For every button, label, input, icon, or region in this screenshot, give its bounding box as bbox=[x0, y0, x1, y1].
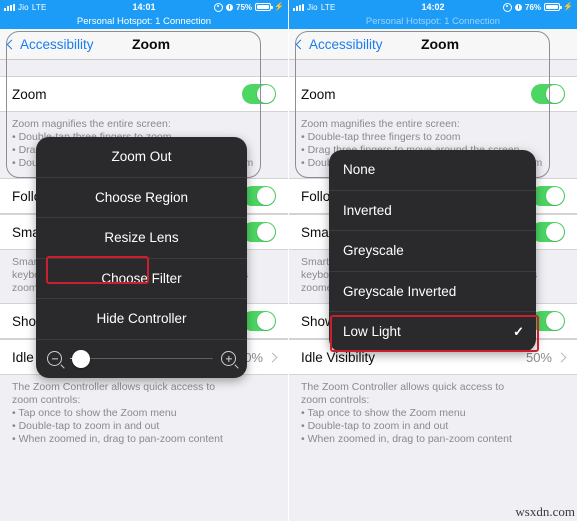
left-phone-panel: Jio LTE 14:01 75% ⚡ Personal Hotspot: 1 … bbox=[0, 0, 288, 521]
zoom-out-icon[interactable] bbox=[47, 351, 62, 366]
row-zoom-label: Zoom bbox=[12, 86, 47, 102]
clock-time: 14:02 bbox=[421, 2, 445, 12]
menu-item-choose-filter[interactable]: Choose Filter bbox=[36, 259, 247, 299]
battery-icon bbox=[544, 3, 562, 11]
page-title: Zoom bbox=[420, 36, 460, 52]
row-zoom-label: Zoom bbox=[301, 86, 336, 102]
controller-note: The Zoom Controller allows quick access … bbox=[0, 375, 288, 454]
row-zoom-right bbox=[242, 84, 276, 104]
zoom-in-icon[interactable] bbox=[221, 351, 236, 366]
personal-hotspot-banner[interactable]: Personal Hotspot: 1 Connection bbox=[0, 14, 288, 29]
screenshot-stage: Jio LTE 14:01 75% ⚡ Personal Hotspot: 1 … bbox=[0, 0, 577, 521]
filter-option-none[interactable]: None bbox=[329, 150, 536, 191]
personal-hotspot-banner[interactable]: Personal Hotspot: 1 Connection bbox=[289, 14, 577, 29]
nav-bar-left: Accessibility Zoom bbox=[0, 29, 288, 60]
filter-option-greyscale-inverted[interactable]: Greyscale Inverted bbox=[329, 272, 536, 312]
note-line: • When zoomed in, drag to pan-zoom conte… bbox=[12, 433, 223, 445]
row-zoom[interactable]: Zoom bbox=[289, 76, 577, 112]
follow-focus-toggle[interactable] bbox=[242, 186, 276, 206]
note-line: The Zoom Controller allows quick access … bbox=[12, 381, 216, 393]
status-bar-right: Jio LTE 14:02 76% ⚡ bbox=[289, 0, 577, 14]
location-icon bbox=[214, 2, 224, 12]
row-idle-visibility-right: 50% bbox=[525, 349, 567, 365]
note-line: Zoom magnifies the entire screen: bbox=[301, 118, 460, 130]
menu-item-resize-lens[interactable]: Resize Lens bbox=[36, 218, 247, 259]
smart-typing-toggle[interactable] bbox=[531, 222, 565, 242]
controller-note: The Zoom Controller allows quick access … bbox=[289, 375, 577, 454]
note-line: • When zoomed in, drag to pan-zoom conte… bbox=[301, 433, 512, 445]
chevron-right-icon bbox=[267, 352, 278, 362]
menu-item-zoom-out[interactable]: Zoom Out bbox=[36, 137, 247, 178]
menu-item-hide-controller[interactable]: Hide Controller bbox=[36, 299, 247, 340]
row-follow-focus-right bbox=[531, 186, 565, 206]
panel-divider bbox=[288, 0, 289, 521]
location-icon bbox=[503, 2, 513, 12]
slider-thumb[interactable] bbox=[72, 349, 91, 368]
page-title: Zoom bbox=[131, 36, 171, 52]
battery-icon bbox=[255, 3, 273, 11]
filter-option-inverted[interactable]: Inverted bbox=[329, 191, 536, 231]
checkmark-icon: ✓ bbox=[513, 323, 524, 339]
note-line: zoom controls: bbox=[301, 394, 370, 406]
row-show-controller-right bbox=[531, 311, 565, 331]
zoom-toggle[interactable] bbox=[242, 84, 276, 104]
smart-typing-toggle[interactable] bbox=[242, 222, 276, 242]
chevron-right-icon bbox=[556, 352, 567, 362]
zoom-level-slider[interactable] bbox=[36, 340, 247, 378]
menu-item-choose-region[interactable]: Choose Region bbox=[36, 178, 247, 218]
filter-option-low-light-label: Low Light bbox=[343, 324, 401, 340]
zoom-menu-popup[interactable]: Zoom Out Choose Region Resize Lens Choos… bbox=[36, 137, 247, 378]
follow-focus-toggle[interactable] bbox=[531, 186, 565, 206]
zoom-toggle[interactable] bbox=[531, 84, 565, 104]
filter-option-low-light[interactable]: Low Light ✓ bbox=[329, 312, 536, 352]
section-gap bbox=[289, 60, 577, 76]
row-follow-focus-right bbox=[242, 186, 276, 206]
row-zoom-right bbox=[531, 84, 565, 104]
note-line: Zoom magnifies the entire screen: bbox=[12, 118, 171, 130]
rotation-lock-icon bbox=[226, 3, 234, 11]
show-controller-toggle[interactable] bbox=[531, 311, 565, 331]
note-line: • Tap once to show the Zoom menu bbox=[12, 407, 177, 419]
row-show-controller-right bbox=[242, 311, 276, 331]
row-smart-typing-right bbox=[531, 222, 565, 242]
watermark: wsxdn.com bbox=[515, 504, 575, 519]
rotation-lock-icon bbox=[515, 3, 523, 11]
clock-time: 14:01 bbox=[132, 2, 156, 12]
idle-visibility-value: 50% bbox=[525, 349, 552, 365]
filter-option-greyscale[interactable]: Greyscale bbox=[329, 231, 536, 272]
note-line: • Double-tap to zoom in and out bbox=[301, 420, 449, 432]
choose-filter-popup[interactable]: None Inverted Greyscale Greyscale Invert… bbox=[329, 150, 536, 352]
row-smart-typing-right bbox=[242, 222, 276, 242]
show-controller-toggle[interactable] bbox=[242, 311, 276, 331]
note-line: zoom controls: bbox=[12, 394, 81, 406]
note-line: • Double-tap to zoom in and out bbox=[12, 420, 160, 432]
note-line: • Double-tap three fingers to zoom bbox=[301, 131, 461, 143]
note-line: The Zoom Controller allows quick access … bbox=[301, 381, 505, 393]
status-bar-left: Jio LTE 14:01 75% ⚡ bbox=[0, 0, 288, 14]
row-idle-visibility-label: Idle Visibility bbox=[301, 349, 376, 365]
nav-bar-right: Accessibility Zoom bbox=[289, 29, 577, 60]
slider-track[interactable] bbox=[70, 349, 213, 368]
row-zoom[interactable]: Zoom bbox=[0, 76, 288, 112]
note-line: • Tap once to show the Zoom menu bbox=[301, 407, 466, 419]
section-gap bbox=[0, 60, 288, 76]
